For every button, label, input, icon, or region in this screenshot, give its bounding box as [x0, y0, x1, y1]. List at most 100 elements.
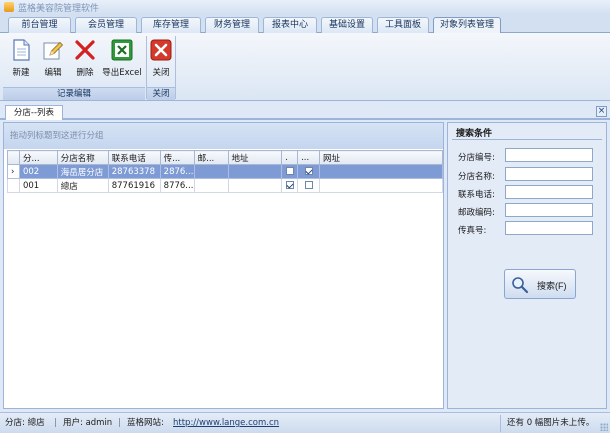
- ribbon-group-label-record-edit: 记录编辑: [3, 87, 145, 100]
- status-site-link[interactable]: http://www.lange.com.cn: [173, 413, 279, 433]
- col-header-url[interactable]: 网址: [318, 150, 444, 165]
- close-red-icon: [150, 39, 172, 61]
- delete-button-label: 删除: [76, 68, 94, 78]
- col-header-flag1[interactable]: .: [281, 150, 299, 165]
- status-upload-info: 还有 0 幅图片未上传。: [500, 415, 610, 432]
- col-header-zip[interactable]: 邮...: [193, 150, 229, 165]
- cell-name[interactable]: 海岳居分店: [56, 164, 109, 179]
- excel-icon: [111, 39, 133, 61]
- group-by-hint[interactable]: 拖动列标题到这进行分组: [4, 123, 443, 149]
- document-tab-strip: 分店--列表 ×: [0, 103, 610, 120]
- cell-flag1[interactable]: [281, 164, 299, 179]
- search-panel: 搜索条件 分店编号: 分店名称: 联系电话: 邮政编码: 传真号: 搜索(F): [447, 122, 607, 409]
- doc-tab-branch-list[interactable]: 分店--列表: [5, 105, 63, 120]
- col-header-flag2[interactable]: ...: [297, 150, 320, 165]
- status-separator: |: [118, 418, 121, 428]
- status-separator: |: [54, 418, 57, 428]
- window-title: 蓝格美容院管理软件: [18, 4, 100, 14]
- cell-fax[interactable]: 8776...: [159, 178, 195, 193]
- checkbox-checked[interactable]: [304, 167, 313, 175]
- app-logo-icon: [4, 2, 14, 12]
- ribbon-group-label-close: 关闭: [147, 87, 175, 100]
- tab-inventory[interactable]: 库存管理: [141, 17, 201, 33]
- cell-flag2[interactable]: [297, 164, 320, 179]
- search-panel-title: 搜索条件: [456, 129, 493, 139]
- ribbon-tab-bar: 前台管理 会员管理 库存管理 财务管理 报表中心 基础设置 工具面板 对象列表管…: [0, 14, 610, 34]
- cell-flag1[interactable]: [281, 178, 299, 193]
- col-header-code[interactable]: 分...: [18, 150, 58, 165]
- cell-code[interactable]: 002: [18, 164, 58, 179]
- tab-members[interactable]: 会员管理: [75, 17, 137, 33]
- col-header-fax[interactable]: 传...: [159, 150, 195, 165]
- tab-reports[interactable]: 报表中心: [263, 17, 317, 33]
- close-button[interactable]: 关闭: [148, 36, 174, 82]
- grid-header-row: 分... 分店名称 联系电话 传... 邮... 地址 . ... 网址: [7, 150, 444, 165]
- tab-front-desk[interactable]: 前台管理: [8, 17, 71, 33]
- delete-button[interactable]: 删除: [70, 36, 100, 82]
- ribbon: 新建 编辑 删除 导出Excel 关闭 记录编辑 关闭: [0, 33, 610, 101]
- search-button-label: 搜索(F): [537, 281, 567, 291]
- branch-name-label: 分店名称:: [458, 172, 495, 182]
- cell-url[interactable]: [318, 178, 444, 193]
- cell-zip[interactable]: [193, 164, 229, 179]
- zip-input[interactable]: [505, 203, 593, 217]
- table-row[interactable]: › 002 海岳居分店 28763378 2876...: [7, 164, 444, 179]
- cell-address[interactable]: [227, 164, 283, 179]
- tab-basic-settings[interactable]: 基础设置: [321, 17, 373, 33]
- new-button[interactable]: 新建: [6, 36, 36, 82]
- cell-code[interactable]: 001: [18, 178, 58, 193]
- tab-finance[interactable]: 财务管理: [205, 17, 259, 33]
- tab-object-list[interactable]: 对象列表管理: [433, 17, 501, 34]
- close-doc-icon[interactable]: ×: [596, 106, 607, 117]
- resize-grip-icon[interactable]: [600, 423, 608, 431]
- app-window: 蓝格美容院管理软件 前台管理 会员管理 库存管理 财务管理 报表中心 基础设置 …: [0, 0, 610, 433]
- branch-name-input[interactable]: [505, 167, 593, 181]
- status-site-label: 蓝格网站:: [127, 418, 164, 428]
- title-bar: 蓝格美容院管理软件: [0, 0, 610, 14]
- cell-phone[interactable]: 87761916: [107, 178, 161, 193]
- status-branch: 分店: 總店: [5, 418, 45, 428]
- branch-code-label: 分店编号:: [458, 153, 495, 163]
- row-pointer-icon: ›: [7, 164, 20, 179]
- table-row[interactable]: 001 總店 87761916 8776...: [7, 178, 444, 193]
- status-bar: 分店: 總店 | 用户: admin | 蓝格网站: http://www.la…: [0, 412, 610, 433]
- branch-grid: 分... 分店名称 联系电话 传... 邮... 地址 . ... 网址 › 0…: [7, 150, 444, 193]
- new-doc-icon: [13, 39, 30, 61]
- search-button[interactable]: 搜索(F): [504, 269, 576, 299]
- grid-panel: 拖动列标题到这进行分组 分... 分店名称 联系电话 传... 邮... 地址 …: [3, 122, 444, 409]
- cell-name[interactable]: 總店: [56, 178, 109, 193]
- cell-zip[interactable]: [193, 178, 229, 193]
- tab-tools[interactable]: 工具面板: [377, 17, 429, 33]
- phone-input[interactable]: [505, 185, 593, 199]
- export-excel-label: 导出Excel: [102, 68, 142, 78]
- edit-button-label: 编辑: [44, 68, 62, 78]
- edit-button[interactable]: 编辑: [38, 36, 68, 82]
- cell-url[interactable]: [318, 164, 444, 179]
- phone-label: 联系电话:: [458, 190, 495, 200]
- col-header-name[interactable]: 分店名称: [56, 150, 109, 165]
- cell-flag2[interactable]: [297, 178, 320, 193]
- col-header-phone[interactable]: 联系电话: [107, 150, 161, 165]
- cell-fax[interactable]: 2876...: [159, 164, 195, 179]
- cell-address[interactable]: [227, 178, 283, 193]
- magnifier-icon: [512, 277, 529, 294]
- ribbon-group-separator: [175, 36, 176, 99]
- fax-label: 传真号:: [458, 226, 487, 236]
- checkbox[interactable]: [285, 167, 294, 175]
- red-x-icon: [75, 40, 95, 60]
- cell-phone[interactable]: 28763378: [107, 164, 161, 179]
- checkbox-checked[interactable]: [285, 181, 294, 189]
- row-indicator-header: [7, 150, 20, 165]
- branch-code-input[interactable]: [505, 148, 593, 162]
- export-excel-button[interactable]: 导出Excel: [101, 36, 143, 82]
- zip-label: 邮政编码:: [458, 208, 495, 218]
- new-button-label: 新建: [12, 68, 30, 78]
- fax-input[interactable]: [505, 221, 593, 235]
- row-indicator: [7, 178, 20, 193]
- pencil-icon: [43, 41, 64, 60]
- close-button-label: 关闭: [152, 68, 170, 78]
- divider: [452, 139, 602, 140]
- col-header-address[interactable]: 地址: [227, 150, 283, 165]
- checkbox[interactable]: [304, 181, 313, 189]
- status-user: 用户: admin: [63, 418, 113, 428]
